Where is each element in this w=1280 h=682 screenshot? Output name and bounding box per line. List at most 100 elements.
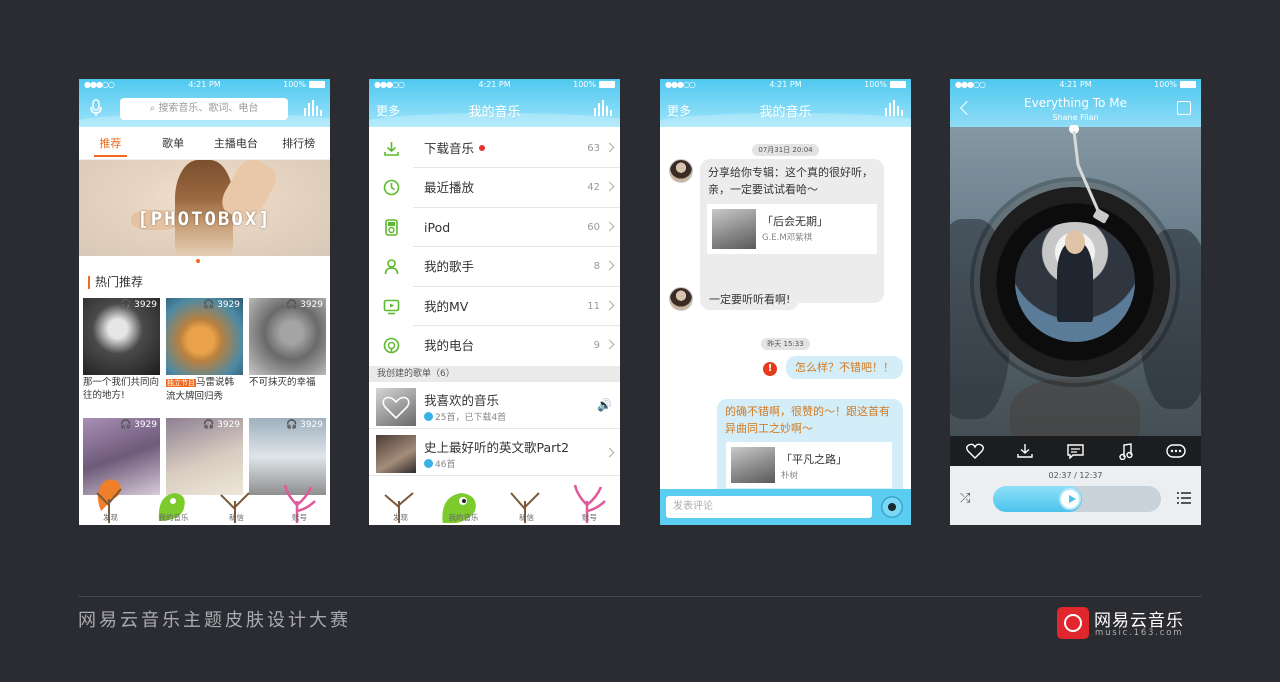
playlist-row[interactable]: 我喜欢的音乐 25首，已下载4首 🔊: [369, 382, 620, 429]
music-note-button[interactable]: [1101, 436, 1151, 466]
discover-tabs: 推荐 歌单 主播电台 排行榜: [79, 127, 330, 160]
banner[interactable]: [PHOTOBOX]: [79, 160, 330, 256]
battery-percent: 100%: [573, 80, 596, 89]
tab-discover[interactable]: 发现: [79, 512, 142, 523]
share-icon[interactable]: [1177, 101, 1191, 115]
song-title: 「平凡之路」: [781, 453, 847, 466]
row-ipod[interactable]: iPod 60: [385, 208, 620, 248]
action-bar: [950, 436, 1201, 466]
banner-page-indicator: [196, 259, 200, 263]
album-card[interactable]: 「后会无期」 G.E.M邓紫棋: [707, 204, 877, 254]
tab-recommend[interactable]: 推荐: [79, 127, 142, 159]
grid-item[interactable]: 🎧 3929 独立节目马雷说韩流大牌回归秀: [166, 298, 243, 403]
tab-account[interactable]: 账号: [268, 512, 330, 523]
playback-panel: 02:37 / 12:37 ⤮: [950, 466, 1201, 525]
heart-icon: [382, 396, 410, 420]
row-label: 我的歌手: [424, 259, 475, 275]
tab-my-music[interactable]: 我的音乐: [142, 512, 205, 523]
grid-item[interactable]: 🎧 3929 不可抹灭的幸福: [249, 298, 326, 389]
tonearm[interactable]: [1068, 125, 1138, 235]
now-playing-icon[interactable]: [304, 100, 322, 116]
timestamp: 07月31日 20:04: [660, 137, 911, 156]
avatar[interactable]: [669, 159, 693, 183]
tab-discover[interactable]: 发现: [369, 512, 432, 523]
row-singers[interactable]: 我的歌手 8: [384, 247, 620, 287]
send-failed-icon[interactable]: !: [763, 362, 777, 376]
tab-charts[interactable]: 排行榜: [267, 127, 330, 159]
album-cover: [712, 209, 756, 249]
message-bubble: 一定要听听看啊!: [700, 289, 800, 310]
artist-name: Shane Filan: [1052, 113, 1099, 122]
chevron-right-icon: [604, 181, 615, 192]
chevron-right-icon: [604, 447, 615, 458]
now-playing-icon[interactable]: [885, 100, 903, 116]
tab-my-music[interactable]: 我的音乐: [432, 512, 495, 523]
grid-caption: 独立节目马雷说韩流大牌回归秀: [166, 377, 235, 402]
grid-item[interactable]: 🎧 3929 那一个我们共同向往的地方!: [83, 298, 160, 402]
status-bar: ●●●○○ 4:21 PM 100%: [660, 79, 911, 91]
chevron-right-icon: [604, 221, 615, 232]
playlist-title: 我喜欢的音乐: [424, 393, 500, 408]
contest-title: 网易云音乐主题皮肤设计大赛: [78, 610, 351, 631]
playlist-cover: [376, 388, 416, 426]
song-cover: [731, 447, 775, 483]
download-icon: [1017, 444, 1033, 458]
program-tag: 独立节目: [166, 379, 196, 387]
row-mv[interactable]: 我的MV 11: [383, 287, 620, 326]
chevron-right-icon: [604, 339, 615, 350]
playlist-icon[interactable]: [1177, 492, 1191, 504]
row-label: 我的MV: [424, 298, 469, 314]
tab-playlists[interactable]: 歌单: [142, 127, 205, 159]
emoji-icon[interactable]: [881, 496, 903, 518]
my-music-screen: ●●●○○ 4:21 PM 100% 更多 我的音乐 下载音乐 63 最近播放 …: [369, 79, 620, 525]
tab-radio[interactable]: 主播电台: [205, 127, 268, 159]
ipod-icon: [385, 218, 398, 236]
shuffle-icon[interactable]: ⤮: [960, 491, 970, 506]
song-card[interactable]: 「平凡之路」 朴树: [726, 442, 892, 488]
clock-icon: [383, 180, 400, 196]
created-playlists-header: 我创建的歌单（6）: [369, 366, 620, 382]
microphone-icon[interactable]: [89, 99, 103, 117]
netease-music-logo-icon: [1057, 607, 1089, 639]
speaker-icon: 🔊: [597, 398, 612, 412]
row-count: 60: [587, 221, 600, 233]
battery-icon: [309, 81, 325, 88]
tab-messages[interactable]: 私信: [495, 512, 558, 523]
status-bar: ●●●○○ 4:21 PM 100%: [79, 79, 330, 91]
message-text: 的确不错啊，很赞的～！跟这首有异曲同工之妙啊～: [725, 405, 890, 435]
player-screen: ●●●○○ 4:21 PM 100% Everything To Me Shan…: [950, 79, 1201, 525]
play-count: 🎧 3929: [286, 300, 323, 310]
download-button[interactable]: [1000, 436, 1050, 466]
row-count: 42: [587, 182, 600, 194]
row-downloads[interactable]: 下载音乐 63: [384, 129, 620, 169]
comment-button[interactable]: [1050, 436, 1100, 466]
playlist-row[interactable]: 史上最好听的英文歌Part2 46首: [369, 429, 620, 476]
timestamp: 昨天 15:33: [660, 331, 911, 350]
playlist-subtitle: 25首，已下载4首: [424, 410, 506, 423]
playback-time: 02:37 / 12:37: [1048, 471, 1103, 480]
comment-icon: [1067, 443, 1084, 459]
chevron-right-icon: [604, 300, 615, 311]
avatar[interactable]: [669, 287, 693, 311]
album-art: [1015, 222, 1135, 342]
battery-percent: 100%: [1154, 80, 1177, 89]
battery-icon: [1180, 81, 1196, 88]
now-playing-icon[interactable]: [594, 100, 612, 116]
tab-messages[interactable]: 私信: [205, 512, 268, 523]
page-title: 我的音乐: [759, 105, 812, 120]
comment-input[interactable]: 发表评论: [666, 496, 872, 518]
playlist-cover: [376, 435, 416, 473]
mv-icon: [383, 299, 400, 314]
new-dot: [479, 145, 486, 151]
tab-account[interactable]: 账号: [558, 512, 620, 523]
status-bar: ●●●○○ 4:21 PM 100%: [950, 79, 1201, 91]
more-button[interactable]: [1151, 436, 1201, 466]
bottom-tab-bar: 发现 我的音乐 私信 账号: [369, 484, 620, 525]
search-input[interactable]: ⌕ 搜索音乐、歌词、电台: [120, 98, 288, 120]
discover-screen: ●●●○○ 4:21 PM 100% ⌕ 搜索音乐、歌词、电台 推荐 歌单 主播…: [79, 79, 330, 525]
like-button[interactable]: [950, 436, 1000, 466]
row-recent[interactable]: 最近播放 42: [383, 168, 620, 208]
row-radio[interactable]: 我的电台 9: [383, 326, 620, 365]
search-placeholder: 搜索音乐、歌词、电台: [158, 103, 259, 114]
chat-area: 07月31日 20:04 分享给你专辑：这个真的很好听，亲，一定要试试看哈～ 「…: [660, 127, 911, 499]
